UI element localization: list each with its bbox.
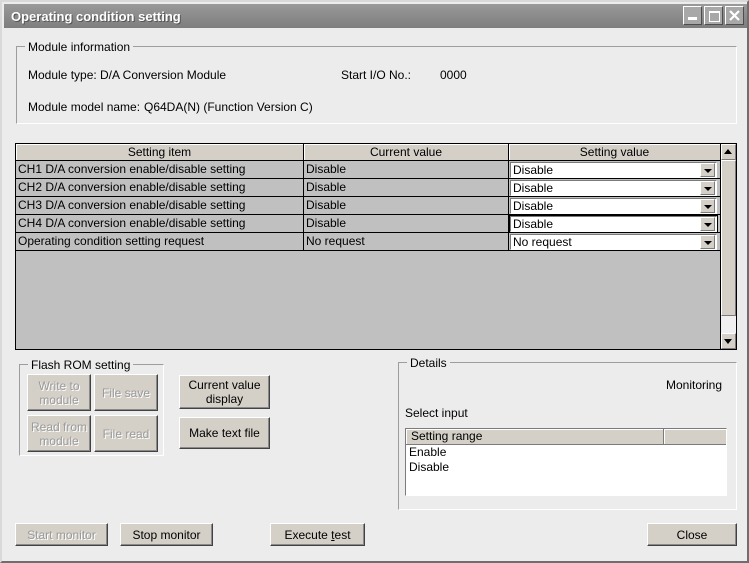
table-row[interactable]: CH2 D/A conversion enable/disable settin… [16, 179, 736, 197]
column-header-setting-item[interactable]: Setting item [16, 144, 304, 161]
scrollbar-thumb[interactable] [721, 160, 736, 316]
close-button[interactable]: Close [647, 523, 737, 546]
table-vertical-scrollbar[interactable] [720, 144, 736, 349]
cell-current-value: Disable [304, 161, 509, 179]
cell-setting-item: CH4 D/A conversion enable/disable settin… [16, 215, 304, 233]
window-controls [683, 6, 744, 25]
cell-current-value: Disable [304, 197, 509, 215]
make-text-file-button[interactable]: Make text file [179, 417, 270, 449]
start-io-value: 0000 [440, 68, 467, 82]
cell-setting-item: CH2 D/A conversion enable/disable settin… [16, 179, 304, 197]
start-monitor-button[interactable]: Start monitor [15, 523, 108, 546]
cell-setting-value: No request [509, 233, 720, 251]
current-value-display-button[interactable]: Current value display [179, 375, 270, 409]
cell-setting-item: Operating condition setting request [16, 233, 304, 251]
table-row[interactable]: CH3 D/A conversion enable/disable settin… [16, 197, 736, 215]
chevron-down-icon[interactable] [700, 180, 715, 195]
cell-setting-value: Disable [509, 215, 720, 233]
settings-table: Setting item Current value Setting value… [15, 143, 737, 350]
module-type-value: D/A Conversion Module [100, 68, 227, 82]
cell-setting-value: Disable [509, 197, 720, 215]
monitoring-status: Monitoring [666, 378, 723, 392]
model-name-value: Q64DA(N) (Function Version C) [144, 100, 313, 114]
scroll-down-icon[interactable] [721, 333, 736, 349]
setting-value-combobox[interactable]: No request [510, 233, 717, 250]
maximize-icon[interactable] [704, 6, 723, 25]
close-icon[interactable] [725, 6, 744, 25]
column-header-setting-value[interactable]: Setting value [509, 144, 720, 161]
cell-setting-item: CH1 D/A conversion enable/disable settin… [16, 161, 304, 179]
scroll-up-icon[interactable] [721, 144, 736, 160]
minimize-icon[interactable] [683, 6, 702, 25]
setting-value-combobox[interactable]: Disable [509, 215, 718, 232]
combobox-value: Disable [513, 198, 554, 213]
cell-setting-value: Disable [509, 161, 720, 179]
cell-current-value: Disable [304, 179, 509, 197]
flash-rom-legend: Flash ROM setting [28, 358, 134, 372]
start-io-label: Start I/O No.: [341, 68, 412, 82]
setting-range-list[interactable]: Setting range Enable Disable [405, 428, 727, 496]
chevron-down-icon[interactable] [700, 198, 715, 213]
write-to-module-button[interactable]: Write to module [27, 374, 91, 411]
column-header-current-value[interactable]: Current value [304, 144, 509, 161]
cell-current-value: Disable [304, 215, 509, 233]
chevron-down-icon[interactable] [700, 162, 715, 177]
table-header-row: Setting item Current value Setting value [16, 144, 736, 161]
combobox-value: No request [513, 234, 572, 249]
execute-test-label-pre: Execute [284, 527, 332, 542]
table-row[interactable]: Operating condition setting request No r… [16, 233, 736, 251]
list-item[interactable]: Disable [409, 460, 726, 475]
file-read-button[interactable]: File read [94, 415, 158, 452]
column-header-blank[interactable] [664, 429, 726, 445]
table-row[interactable]: CH4 D/A conversion enable/disable settin… [16, 215, 736, 233]
setting-value-combobox[interactable]: Disable [510, 161, 717, 178]
title-bar: Operating condition setting [4, 4, 747, 28]
stop-monitor-button[interactable]: Stop monitor [120, 523, 213, 546]
chevron-down-icon[interactable] [700, 234, 715, 249]
combobox-value: Disable [513, 180, 554, 195]
module-information-legend: Module information [25, 40, 134, 54]
read-from-module-button[interactable]: Read from module [27, 415, 91, 452]
cell-current-value: No request [304, 233, 509, 251]
file-save-button[interactable]: File save [94, 374, 158, 411]
details-legend: Details [407, 356, 450, 370]
execute-test-label-post: est [334, 527, 351, 542]
module-type-label: Module type: [28, 68, 97, 82]
combobox-value: Disable [513, 216, 554, 231]
column-header-setting-range[interactable]: Setting range [406, 429, 664, 445]
window-title: Operating condition setting [11, 8, 181, 24]
model-name-label: Module model name: [28, 100, 141, 114]
cell-setting-item: CH3 D/A conversion enable/disable settin… [16, 197, 304, 215]
execute-test-button[interactable]: Execute test [270, 523, 365, 546]
select-input-label: Select input [405, 406, 468, 420]
scrollbar-track[interactable] [721, 160, 736, 333]
setting-range-items: Enable Disable [406, 445, 726, 475]
setting-value-combobox[interactable]: Disable [510, 197, 717, 214]
setting-value-combobox[interactable]: Disable [510, 179, 717, 196]
setting-range-header-row: Setting range [406, 429, 726, 445]
table-row[interactable]: CH1 D/A conversion enable/disable settin… [16, 161, 736, 179]
list-item[interactable]: Enable [409, 445, 726, 460]
cell-setting-value: Disable [509, 179, 720, 197]
combobox-value: Disable [513, 162, 554, 177]
dialog-window: Operating condition setting Module infor… [0, 0, 749, 563]
chevron-down-icon[interactable] [700, 216, 715, 231]
